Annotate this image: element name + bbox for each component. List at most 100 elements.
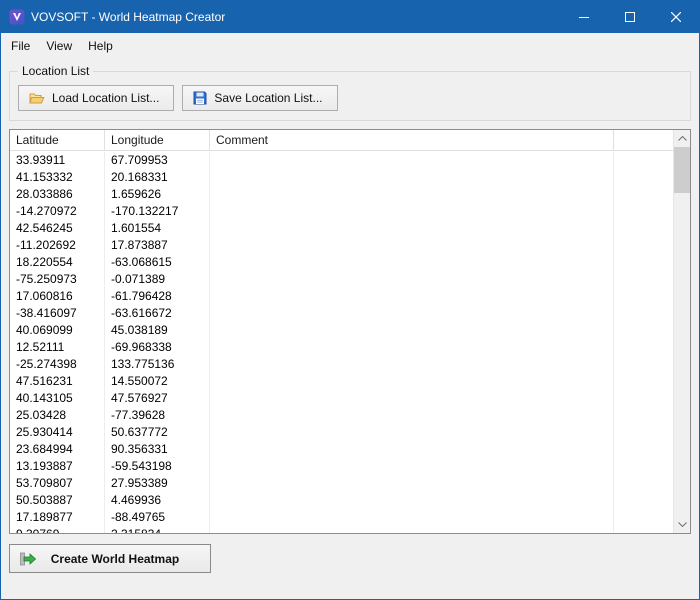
comment-cell [210, 322, 614, 339]
menu-help[interactable]: Help [80, 34, 121, 58]
comment-cell [210, 288, 614, 305]
latitude-cell: -11.202692 [10, 237, 105, 254]
latitude-cell: 13.193887 [10, 458, 105, 475]
app-icon [9, 9, 25, 25]
table-row[interactable]: 17.060816-61.796428 [10, 288, 673, 305]
save-button-label: Save Location List... [214, 91, 322, 105]
latitude-cell: 17.060816 [10, 288, 105, 305]
row-filler [614, 203, 673, 220]
table-row[interactable]: 17.189877-88.49765 [10, 509, 673, 526]
latitude-cell: 47.516231 [10, 373, 105, 390]
longitude-cell: 67.709953 [105, 152, 210, 169]
comment-cell [210, 271, 614, 288]
row-filler [614, 186, 673, 203]
row-filler [614, 288, 673, 305]
minimize-button[interactable] [561, 1, 607, 33]
comment-cell [210, 373, 614, 390]
table-row[interactable]: -11.20269217.873887 [10, 237, 673, 254]
table-row[interactable]: 41.15333220.168331 [10, 169, 673, 186]
scrollbar-track[interactable] [674, 147, 690, 516]
location-table-body: 33.9391167.70995341.15333220.16833128.03… [10, 152, 673, 533]
longitude-cell: 20.168331 [105, 169, 210, 186]
comment-cell [210, 509, 614, 526]
row-filler [614, 492, 673, 509]
comment-cell [210, 475, 614, 492]
save-disk-icon [193, 91, 207, 105]
row-filler [614, 475, 673, 492]
longitude-cell: -77.39628 [105, 407, 210, 424]
scrollbar-thumb[interactable] [674, 147, 690, 193]
row-filler [614, 458, 673, 475]
comment-cell [210, 169, 614, 186]
comment-cell [210, 492, 614, 509]
close-button[interactable] [653, 1, 699, 33]
table-row[interactable]: 25.03428-77.39628 [10, 407, 673, 424]
table-row[interactable]: 33.9391167.709953 [10, 152, 673, 169]
comment-cell [210, 526, 614, 533]
longitude-cell: 90.356331 [105, 441, 210, 458]
table-row[interactable]: -14.270972-170.132217 [10, 203, 673, 220]
green-arrow-icon [20, 552, 36, 566]
row-filler [614, 373, 673, 390]
table-row[interactable]: 12.52111-69.968338 [10, 339, 673, 356]
latitude-cell: -25.274398 [10, 356, 105, 373]
menu-file[interactable]: File [3, 34, 38, 58]
column-header-comment[interactable]: Comment [210, 130, 614, 150]
create-world-heatmap-button[interactable]: Create World Heatmap [9, 544, 211, 573]
table-row[interactable]: 18.220554-63.068615 [10, 254, 673, 271]
comment-cell [210, 152, 614, 169]
footer: Create World Heatmap [1, 534, 699, 599]
comment-cell [210, 339, 614, 356]
table-row[interactable]: 40.06909945.038189 [10, 322, 673, 339]
latitude-cell: 23.684994 [10, 441, 105, 458]
save-location-list-button[interactable]: Save Location List... [182, 85, 337, 111]
scroll-up-button[interactable] [674, 130, 690, 147]
row-filler [614, 305, 673, 322]
row-filler [614, 339, 673, 356]
row-filler [614, 509, 673, 526]
table-row[interactable]: -25.274398133.775136 [10, 356, 673, 373]
latitude-cell: 53.709807 [10, 475, 105, 492]
load-location-list-button[interactable]: Load Location List... [18, 85, 174, 111]
scroll-down-button[interactable] [674, 516, 690, 533]
menubar: File View Help [1, 33, 699, 59]
table-row[interactable]: -75.250973-0.071389 [10, 271, 673, 288]
table-row[interactable]: -38.416097-63.616672 [10, 305, 673, 322]
longitude-cell: -170.132217 [105, 203, 210, 220]
latitude-cell: 40.069099 [10, 322, 105, 339]
vertical-scrollbar[interactable] [673, 130, 690, 533]
row-filler [614, 220, 673, 237]
column-header-longitude[interactable]: Longitude [105, 130, 210, 150]
location-table-header: LatitudeLongitudeComment [10, 130, 690, 151]
longitude-cell: -88.49765 [105, 509, 210, 526]
maximize-icon [625, 12, 635, 22]
longitude-cell: -63.068615 [105, 254, 210, 271]
maximize-button[interactable] [607, 1, 653, 33]
latitude-cell: 18.220554 [10, 254, 105, 271]
row-filler [614, 441, 673, 458]
table-row[interactable]: 25.93041450.637772 [10, 424, 673, 441]
row-filler [614, 356, 673, 373]
table-row[interactable]: 42.5462451.601554 [10, 220, 673, 237]
comment-cell [210, 305, 614, 322]
row-filler [614, 424, 673, 441]
window-title: VOVSOFT - World Heatmap Creator [31, 10, 561, 24]
longitude-cell: 2.315834 [105, 526, 210, 533]
table-row[interactable]: 9.307692.315834 [10, 526, 673, 533]
table-row[interactable]: 50.5038874.469936 [10, 492, 673, 509]
table-row[interactable]: 23.68499490.356331 [10, 441, 673, 458]
table-row[interactable]: 47.51623114.550072 [10, 373, 673, 390]
menu-view[interactable]: View [38, 34, 80, 58]
table-row[interactable]: 53.70980727.953389 [10, 475, 673, 492]
latitude-cell: 28.033886 [10, 186, 105, 203]
row-filler [614, 526, 673, 533]
longitude-cell: 45.038189 [105, 322, 210, 339]
latitude-cell: 25.930414 [10, 424, 105, 441]
table-row[interactable]: 40.14310547.576927 [10, 390, 673, 407]
row-filler [614, 407, 673, 424]
latitude-cell: 12.52111 [10, 339, 105, 356]
table-row[interactable]: 13.193887-59.543198 [10, 458, 673, 475]
column-header-latitude[interactable]: Latitude [10, 130, 105, 150]
table-row[interactable]: 28.0338861.659626 [10, 186, 673, 203]
longitude-cell: -0.071389 [105, 271, 210, 288]
